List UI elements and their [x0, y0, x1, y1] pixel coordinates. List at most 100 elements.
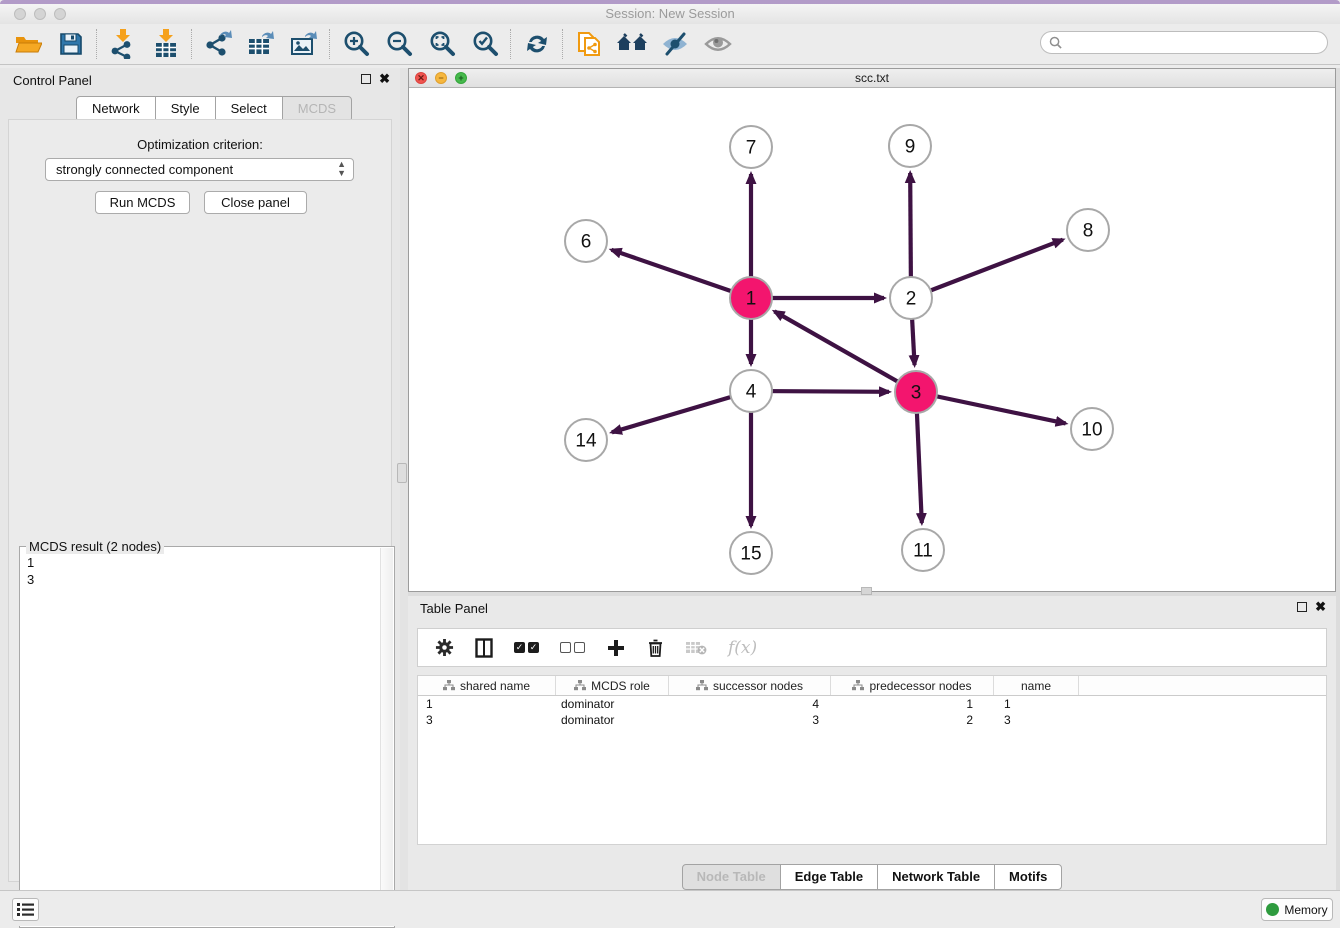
- cell-successor-nodes[interactable]: 3: [669, 712, 831, 728]
- save-session-icon[interactable]: [49, 26, 92, 62]
- mcds-result-list[interactable]: 1 3: [21, 550, 379, 926]
- close-panel-icon[interactable]: ✖: [379, 73, 390, 85]
- table-panel-title: Table Panel: [420, 601, 488, 616]
- control-panel-header: Control Panel ✖: [0, 68, 400, 92]
- float-panel-icon[interactable]: [361, 74, 371, 84]
- search-field[interactable]: [1040, 31, 1328, 54]
- hide-graphics-icon[interactable]: [653, 26, 696, 62]
- export-image-icon[interactable]: [282, 26, 325, 62]
- graph-edge-3-1[interactable]: [774, 311, 916, 392]
- task-history-button[interactable]: [12, 898, 39, 921]
- delete-table-icon[interactable]: [685, 636, 707, 660]
- graph-node-label-6: 6: [581, 232, 592, 253]
- delete-icon[interactable]: [647, 636, 664, 660]
- graph-node-label-11: 11: [913, 541, 933, 562]
- graph-node-label-9: 9: [905, 137, 916, 158]
- export-network-icon[interactable]: [196, 26, 239, 62]
- search-icon: [1049, 36, 1062, 49]
- add-column-icon[interactable]: [606, 636, 626, 660]
- zoom-out-icon[interactable]: [377, 26, 420, 62]
- cell-name[interactable]: 1: [994, 696, 1079, 712]
- zoom-selected-icon[interactable]: [463, 26, 506, 62]
- table-row[interactable]: 3 dominator 3 2 3: [418, 712, 1326, 728]
- column-layout-icon[interactable]: [475, 636, 493, 660]
- cell-successor-nodes[interactable]: 4: [669, 696, 831, 712]
- column-header-successor-nodes[interactable]: successor nodes: [669, 676, 831, 695]
- cell-mcds-role[interactable]: dominator: [556, 712, 669, 728]
- network-table-divider-grip[interactable]: [861, 587, 872, 595]
- deselect-all-icon[interactable]: [560, 636, 585, 660]
- float-table-panel-icon[interactable]: [1297, 602, 1307, 612]
- cell-predecessor-nodes[interactable]: 2: [831, 712, 994, 728]
- status-bar: Memory: [0, 890, 1340, 926]
- graph-node-label-15: 15: [740, 544, 761, 565]
- result-item[interactable]: 3: [27, 571, 373, 588]
- memory-button[interactable]: Memory: [1261, 898, 1333, 921]
- network-view-window: ✕ − + scc.txt 7968124314101511: [408, 68, 1336, 592]
- export-table-icon[interactable]: [239, 26, 282, 62]
- result-item[interactable]: 1: [27, 554, 373, 571]
- gear-icon[interactable]: [435, 636, 454, 660]
- apply-layout-icon[interactable]: [515, 26, 558, 62]
- result-scrollbar[interactable]: [380, 548, 393, 926]
- first-neighbors-icon[interactable]: [610, 26, 653, 62]
- search-input[interactable]: [1062, 34, 1327, 52]
- mcds-result-group: MCDS result (2 nodes) 1 3: [19, 546, 395, 928]
- network-canvas[interactable]: 7968124314101511: [409, 88, 1335, 591]
- zoom-fit-icon[interactable]: [420, 26, 463, 62]
- graph-node-label-2: 2: [906, 289, 917, 310]
- cell-name[interactable]: 3: [994, 712, 1079, 728]
- memory-status-icon: [1266, 903, 1279, 916]
- tab-network-table[interactable]: Network Table: [877, 864, 995, 890]
- cell-mcds-role[interactable]: dominator: [556, 696, 669, 712]
- import-network-icon[interactable]: [101, 26, 144, 62]
- function-builder-icon[interactable]: f(x): [728, 636, 757, 660]
- cell-shared-name[interactable]: 3: [418, 712, 556, 728]
- toolbar-separator: [191, 29, 192, 59]
- run-mcds-button[interactable]: Run MCDS: [95, 191, 190, 214]
- column-header-mcds-role[interactable]: MCDS role: [556, 676, 669, 695]
- close-panel-button[interactable]: Close panel: [204, 191, 307, 214]
- import-table-icon[interactable]: [144, 26, 187, 62]
- memory-label: Memory: [1284, 903, 1327, 917]
- graph-edge-3-10[interactable]: [916, 392, 1066, 423]
- tab-node-table[interactable]: Node Table: [682, 864, 781, 890]
- graph-node-label-1: 1: [746, 289, 757, 310]
- table-row[interactable]: 1 dominator 4 1 1: [418, 696, 1326, 712]
- network-graph[interactable]: 7968124314101511: [409, 88, 1335, 591]
- tab-edge-table[interactable]: Edge Table: [780, 864, 878, 890]
- select-all-icon[interactable]: ✓✓: [514, 636, 539, 660]
- node-table[interactable]: shared name MCDS role successor nodes pr…: [417, 675, 1327, 845]
- column-header-predecessor-nodes[interactable]: predecessor nodes: [831, 676, 994, 695]
- attribute-icon: [852, 680, 864, 691]
- cell-shared-name[interactable]: 1: [418, 696, 556, 712]
- graph-node-label-14: 14: [575, 431, 597, 452]
- mcds-panel: Optimization criterion: strongly connect…: [8, 119, 392, 882]
- network-window-titlebar[interactable]: ✕ − + scc.txt: [409, 69, 1335, 88]
- zoom-in-icon[interactable]: [334, 26, 377, 62]
- graph-edge-1-6[interactable]: [612, 250, 751, 298]
- control-panel-title: Control Panel: [13, 73, 92, 88]
- show-graphics-icon[interactable]: [696, 26, 739, 62]
- close-table-panel-icon[interactable]: ✖: [1315, 601, 1326, 613]
- optimization-criterion-select[interactable]: strongly connected component ▲▼: [45, 158, 354, 181]
- clone-network-icon[interactable]: [567, 26, 610, 62]
- cell-predecessor-nodes[interactable]: 1: [831, 696, 994, 712]
- table-toolbar: ✓✓ f(x): [417, 628, 1327, 667]
- toolbar-separator: [562, 29, 563, 59]
- toolbar-separator: [96, 29, 97, 59]
- list-icon: [17, 902, 34, 917]
- column-header-name[interactable]: name: [994, 676, 1079, 695]
- split-divider-grip[interactable]: [397, 463, 407, 483]
- selected-option: strongly connected component: [56, 162, 233, 177]
- graph-edge-2-8[interactable]: [911, 240, 1063, 298]
- titlebar[interactable]: Session: New Session: [0, 4, 1340, 24]
- network-window-title: scc.txt: [409, 71, 1335, 85]
- column-header-shared-name[interactable]: shared name: [418, 676, 556, 695]
- toolbar-separator: [329, 29, 330, 59]
- open-file-icon[interactable]: [6, 26, 49, 62]
- attribute-icon: [574, 680, 586, 691]
- graph-node-label-10: 10: [1081, 420, 1102, 441]
- attribute-icon: [443, 680, 455, 691]
- tab-motifs[interactable]: Motifs: [994, 864, 1062, 890]
